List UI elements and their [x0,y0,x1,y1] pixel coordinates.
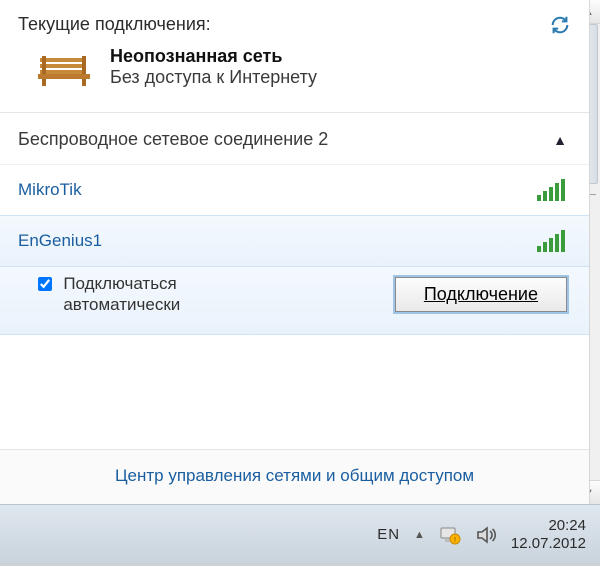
signal-strength-icon [537,230,567,252]
system-tray: EN ▲ ! 20:24 12.07.2012 [377,517,586,552]
header-row: Текущие подключения: [0,0,589,42]
auto-connect-checkbox[interactable]: Подключаться автоматически [34,273,274,316]
language-indicator[interactable]: EN [377,526,400,543]
header-title: Текущие подключения: [18,14,211,35]
network-name: MikroTik [18,180,82,200]
network-name: EnGenius1 [18,231,102,251]
refresh-icon[interactable] [549,14,571,36]
network-item-engenius1[interactable]: EnGenius1 [0,215,589,267]
network-item-mikrotik[interactable]: MikroTik [0,165,589,215]
wireless-section-title: Беспроводное сетевое соединение 2 [18,129,328,150]
taskbar: EN ▲ ! 20:24 12.07.2012 [0,504,600,564]
network-tray-icon[interactable]: ! [439,524,461,546]
connect-button[interactable]: Подключение [395,277,567,312]
current-connection-status: Без доступа к Интернету [110,67,317,88]
clock-time: 20:24 [511,517,586,534]
current-connection-name: Неопознанная сеть [110,46,317,67]
wireless-section-header[interactable]: Беспроводное сетевое соединение 2 ▲ [0,113,589,165]
current-connection: Неопознанная сеть Без доступа к Интернет… [0,42,589,113]
network-flyout-panel: Текущие подключения: Неопознанная сеть Б… [0,0,590,504]
volume-tray-icon[interactable] [475,524,497,546]
auto-connect-label: Подключаться автоматически [63,273,274,316]
connect-area: Подключаться автоматически Подключение [0,267,589,335]
clock-date: 12.07.2012 [511,535,586,552]
signal-strength-icon [537,179,567,201]
current-connection-text: Неопознанная сеть Без доступа к Интернет… [110,46,317,88]
bottom-divider [0,564,600,584]
svg-text:!: ! [454,537,456,544]
spacer [0,335,589,450]
bench-icon [36,46,92,94]
tray-overflow-icon[interactable]: ▲ [414,529,425,541]
network-center-link[interactable]: Центр управления сетями и общим доступом [0,449,589,504]
auto-connect-input[interactable] [38,276,52,292]
chevron-up-icon: ▲ [553,132,567,148]
clock[interactable]: 20:24 12.07.2012 [511,517,586,552]
